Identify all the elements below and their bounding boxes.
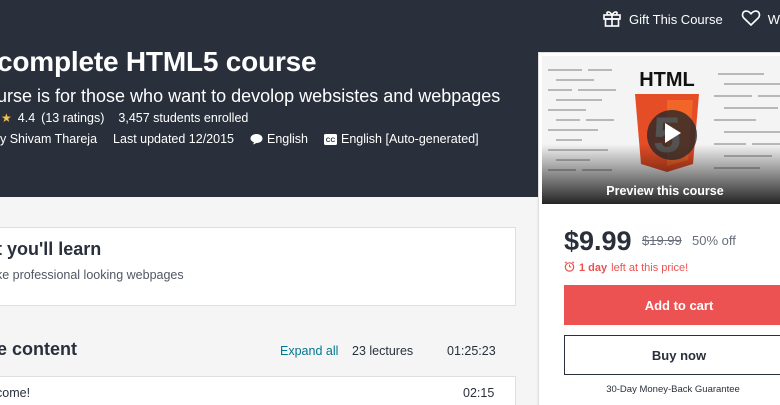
- play-button[interactable]: [647, 110, 697, 160]
- author-name: y Shivam Thareja: [0, 132, 98, 146]
- speech-bubble-icon: [250, 133, 263, 145]
- money-back-guarantee: 30-Day Money-Back Guarantee: [606, 384, 740, 395]
- course-content-header: e content Expand all 23 lectures 01:25:2…: [0, 339, 497, 361]
- original-price: $19.99: [642, 233, 682, 248]
- purchase-sidebar: HTML 5 Preview this course $9.99 $19.99 …: [538, 52, 780, 405]
- add-to-cart-button[interactable]: Add to cart: [564, 285, 780, 325]
- curriculum-section[interactable]: come! 02:15: [0, 376, 516, 405]
- course-language: English: [267, 132, 308, 146]
- buy-now-button[interactable]: Buy now: [564, 335, 780, 375]
- urgency-text: left at this price!: [611, 262, 689, 274]
- enrolled-count: 3,457 students enrolled: [118, 111, 249, 125]
- rating-value: 4.4: [17, 111, 36, 125]
- star-icon: ★: [1, 111, 12, 125]
- course-preview[interactable]: HTML 5 Preview this course: [542, 56, 780, 204]
- discount-percent: 50% off: [692, 233, 736, 248]
- gift-icon: [602, 8, 622, 31]
- rating-line: ★ 4.4 (13 ratings) 3,457 students enroll…: [1, 111, 248, 125]
- expand-all-link[interactable]: Expand all: [280, 344, 338, 358]
- wishlist-label: W: [767, 11, 780, 27]
- course-title: complete HTML5 course: [0, 46, 317, 77]
- course-subtitle: urse is for those who want to devolop we…: [0, 86, 501, 106]
- course-content-heading: e content: [0, 339, 78, 359]
- last-updated: Last updated 12/2015: [113, 132, 234, 146]
- logo-text: HTML: [639, 69, 695, 91]
- total-duration: 01:25:23: [447, 344, 496, 358]
- section-duration: 02:15: [463, 386, 495, 400]
- section-title: come!: [0, 386, 31, 400]
- meta-line: y Shivam Thareja Last updated 12/2015 En…: [0, 132, 479, 146]
- rating-count: (13 ratings): [41, 111, 105, 125]
- lecture-count: 23 lectures: [352, 344, 414, 358]
- learn-item: ke professional looking webpages: [0, 268, 184, 282]
- price-urgency: 1 day left at this price!: [564, 261, 688, 275]
- course-captions: English [Auto-generated]: [341, 132, 479, 146]
- what-you-learn-box: t you'll learn ke professional looking w…: [0, 227, 516, 306]
- top-actions: Gift This Course W: [602, 8, 780, 30]
- play-icon: [662, 122, 682, 149]
- gift-course-label: Gift This Course: [629, 11, 723, 27]
- wishlist-button[interactable]: W: [741, 9, 780, 30]
- current-price: $9.99: [564, 226, 632, 256]
- gift-course-button[interactable]: Gift This Course: [602, 8, 723, 31]
- svg-text:CC: CC: [326, 137, 336, 144]
- urgency-days: 1 day: [579, 262, 608, 274]
- alarm-clock-icon: [564, 261, 575, 275]
- closed-captions-icon: CC: [324, 133, 337, 145]
- heart-icon: [741, 9, 761, 30]
- what-you-learn-heading: t you'll learn: [0, 239, 102, 259]
- preview-label: Preview this course: [606, 184, 724, 198]
